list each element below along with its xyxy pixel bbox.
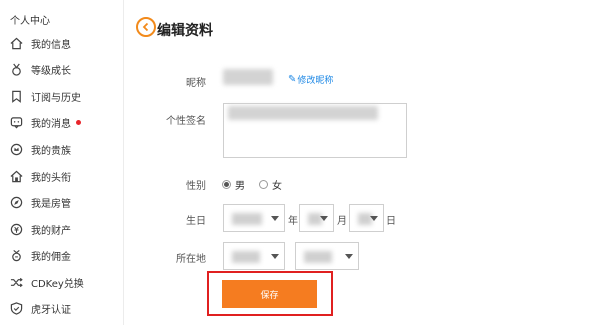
location-label: 所在地 (176, 254, 206, 265)
chevron-down-icon (320, 216, 328, 221)
sidebar-item-label: 订阅与历史 (31, 92, 81, 104)
sidebar: 个人中心 我的信息 等级成长 订阅与历史 我的消息 我的贵族 我的头衔 我是房管… (0, 0, 124, 325)
back-button[interactable] (136, 17, 156, 37)
noble-icon (10, 143, 23, 156)
compass-icon (10, 196, 23, 209)
sidebar-item-label: 等级成长 (31, 65, 71, 77)
chevron-down-icon (271, 216, 279, 221)
sidebar-title: 个人中心 (10, 16, 50, 27)
shield-icon (10, 301, 23, 315)
sidebar-item-label: 我的头衔 (31, 172, 71, 184)
page-title: 编辑资料 (157, 23, 213, 39)
birthday-year-select[interactable] (223, 204, 285, 232)
sidebar-item-label: 我是房管 (31, 198, 71, 210)
gender-female-radio[interactable] (259, 180, 268, 189)
gender-male-option[interactable]: 男 (222, 177, 245, 192)
year-unit: 年 (288, 216, 298, 227)
sidebar-item-assets[interactable]: 我的财产 (10, 219, 71, 239)
province-select[interactable] (223, 242, 285, 270)
chevron-down-icon (271, 254, 279, 259)
message-icon (10, 116, 23, 129)
sidebar-item-my-info[interactable]: 我的信息 (10, 33, 71, 53)
sidebar-item-cdkey[interactable]: CDKey兑换 (10, 272, 84, 292)
birthday-day-select[interactable] (349, 204, 384, 232)
signature-textarea[interactable] (223, 103, 407, 158)
sidebar-item-commission[interactable]: 我的佣金 (10, 245, 71, 265)
back-arrow-icon (142, 22, 149, 32)
sidebar-item-noble[interactable]: 我的贵族 (10, 139, 71, 159)
city-select[interactable] (295, 242, 359, 270)
gender-male-radio[interactable] (222, 180, 231, 189)
sidebar-item-label: 我的消息 (31, 118, 71, 130)
nickname-value (223, 69, 273, 85)
year-value (232, 213, 262, 225)
signature-label: 个性签名 (166, 116, 206, 127)
sidebar-item-verification[interactable]: 虎牙认证 (10, 298, 71, 318)
sidebar-item-subscription[interactable]: 订阅与历史 (10, 86, 81, 106)
shuffle-icon (10, 276, 23, 289)
unread-badge (76, 119, 81, 125)
chevron-down-icon (370, 216, 378, 221)
gender-female-option[interactable]: 女 (259, 177, 282, 192)
birthday-month-select[interactable] (299, 204, 334, 232)
sidebar-item-title[interactable]: 我的头衔 (10, 166, 71, 186)
city-value (304, 251, 332, 263)
home-icon (10, 37, 23, 50)
sidebar-item-label: 我的佣金 (31, 251, 71, 263)
sidebar-item-label: 我的信息 (31, 39, 71, 51)
gender-male-label: 男 (235, 181, 245, 192)
pencil-icon: ✎ (288, 74, 297, 85)
sidebar-item-label: CDKey兑换 (31, 278, 84, 290)
medal-icon (10, 63, 23, 76)
province-value (232, 251, 260, 263)
sidebar-item-label: 我的贵族 (31, 145, 71, 157)
commission-icon (10, 249, 23, 262)
sidebar-item-level[interactable]: 等级成长 (10, 59, 71, 79)
save-button[interactable]: 保存 (222, 280, 317, 308)
sidebar-item-messages[interactable]: 我的消息 (10, 112, 81, 132)
gender-female-label: 女 (272, 181, 282, 192)
edit-nickname-link[interactable]: ✎ 修改昵称 (288, 73, 333, 86)
chevron-down-icon (345, 254, 353, 259)
signature-value (228, 106, 378, 120)
bookmark-icon (10, 90, 23, 103)
birthday-label: 生日 (186, 216, 206, 227)
sidebar-item-room-admin[interactable]: 我是房管 (10, 192, 71, 212)
house-title-icon (10, 170, 23, 183)
sidebar-item-label: 我的财产 (31, 225, 71, 237)
month-unit: 月 (337, 216, 347, 227)
edit-nickname-label: 修改昵称 (297, 76, 334, 86)
nickname-label: 昵称 (186, 78, 206, 89)
coin-icon (10, 223, 23, 236)
day-unit: 日 (386, 216, 396, 227)
gender-label: 性别 (186, 181, 206, 192)
sidebar-item-label: 虎牙认证 (31, 304, 71, 316)
